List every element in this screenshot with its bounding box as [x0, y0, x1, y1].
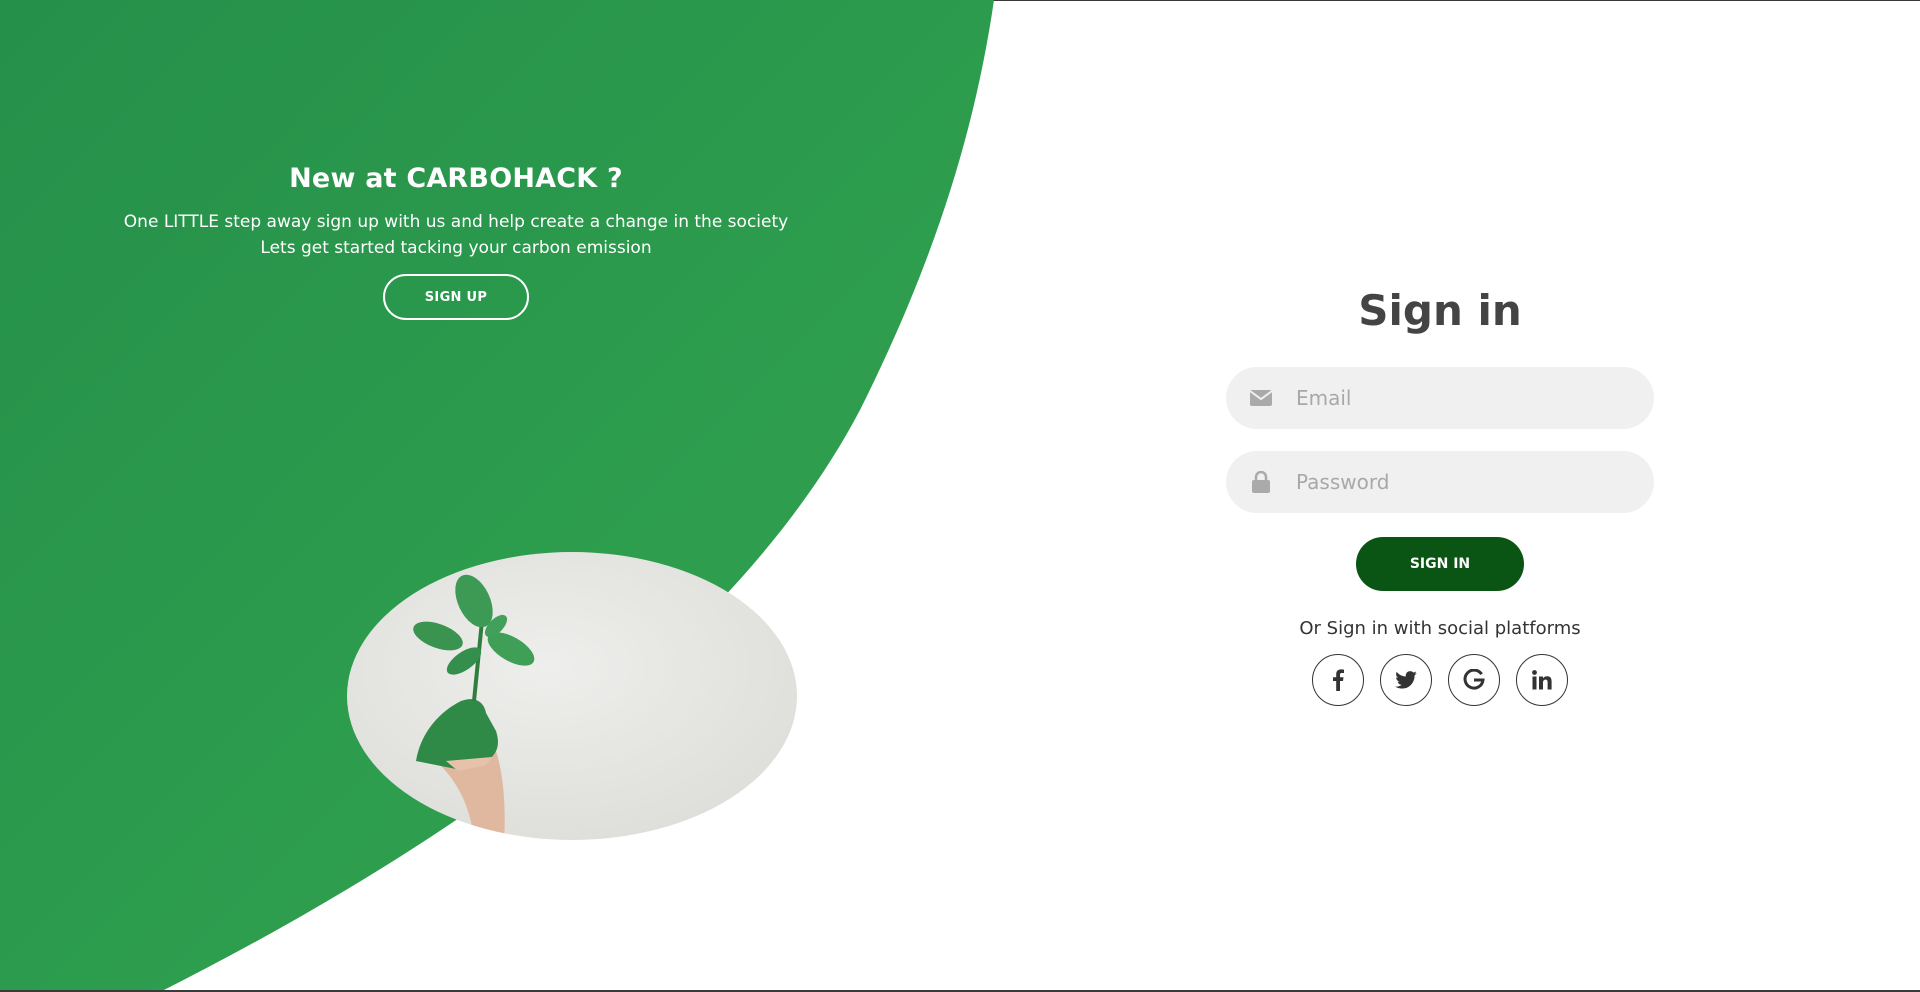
- password-field[interactable]: [1226, 451, 1654, 513]
- plant-in-hand-image: [347, 552, 797, 840]
- linkedin-button[interactable]: [1516, 654, 1568, 706]
- sign-in-button[interactable]: SIGN IN: [1356, 537, 1524, 591]
- envelope-icon: [1226, 367, 1296, 429]
- promo-text-line1: One LITTLE step away sign up with us and…: [123, 212, 789, 232]
- sign-in-title: Sign in: [1358, 286, 1522, 335]
- promo-text-line2: Lets get started tacking your carbon emi…: [260, 238, 652, 258]
- email-field[interactable]: [1226, 367, 1654, 429]
- linkedin-icon: [1532, 670, 1552, 690]
- google-icon: [1463, 669, 1485, 690]
- lock-icon: [1226, 451, 1296, 513]
- email-input[interactable]: [1296, 367, 1654, 429]
- password-input[interactable]: [1296, 451, 1654, 513]
- social-sign-in-text: Or Sign in with social platforms: [1299, 618, 1581, 639]
- sign-up-button[interactable]: SIGN UP: [383, 274, 529, 320]
- promo-title: New at CARBOHACK ?: [289, 163, 623, 194]
- facebook-icon: [1333, 669, 1344, 691]
- twitter-icon: [1395, 671, 1417, 689]
- facebook-button[interactable]: [1312, 654, 1364, 706]
- top-border: [0, 0, 1920, 1]
- google-button[interactable]: [1448, 654, 1500, 706]
- twitter-button[interactable]: [1380, 654, 1432, 706]
